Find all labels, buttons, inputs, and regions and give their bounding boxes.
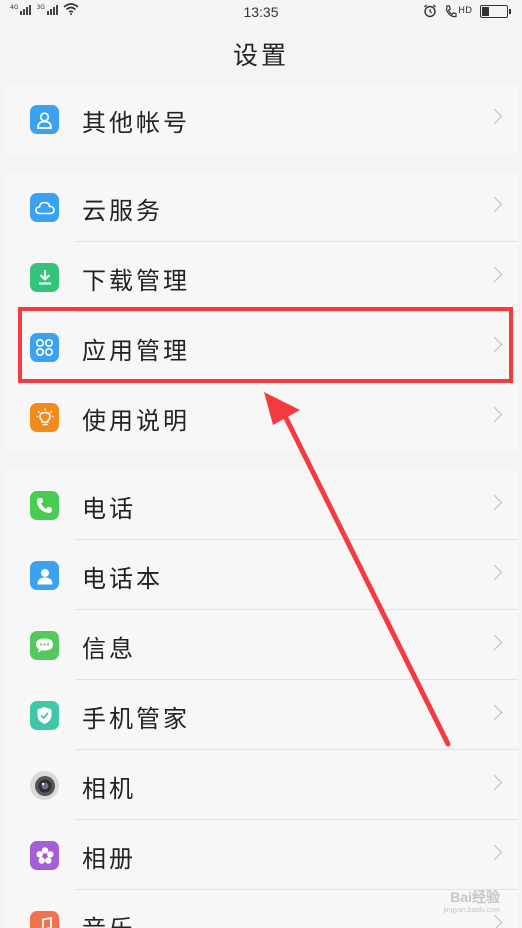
settings-item-music[interactable]: 音乐 xyxy=(4,890,518,928)
settings-item-other-accounts[interactable]: 其他帐号 xyxy=(4,84,518,154)
settings-screen: 4G 3G 13:35 HD 设置 其他帐号 云服务 下载管理 应用管理 使用说… xyxy=(4,0,518,928)
message-icon xyxy=(30,631,59,660)
chevron-right-icon xyxy=(486,634,503,651)
settings-item-label: 电话本 xyxy=(82,565,163,593)
battery-icon xyxy=(480,4,511,18)
phone-icon xyxy=(30,491,59,520)
settings-item-camera[interactable]: 相机 xyxy=(4,750,518,820)
watermark-sub: jingyan.baidu.com xyxy=(443,907,500,914)
hd-call-icon xyxy=(446,4,457,17)
account-icon xyxy=(30,105,59,134)
chevron-right-icon xyxy=(486,266,503,283)
settings-item-cloud-service[interactable]: 云服务 xyxy=(4,172,518,242)
settings-item-contacts[interactable]: 电话本 xyxy=(4,540,518,610)
lightbulb-icon xyxy=(30,403,59,432)
settings-item-label: 其他帐号 xyxy=(82,109,190,137)
settings-item-label: 相册 xyxy=(82,845,136,873)
settings-item-label: 相机 xyxy=(82,775,136,803)
watermark: Bai经验 jingyan.baidu.com xyxy=(444,890,500,918)
chevron-right-icon xyxy=(486,844,503,861)
settings-item-phone-manager[interactable]: 手机管家 xyxy=(4,680,518,750)
settings-item-messages[interactable]: 信息 xyxy=(4,610,518,680)
watermark-text: Bai经验 xyxy=(450,889,500,905)
settings-item-label: 手机管家 xyxy=(82,705,190,733)
chevron-right-icon xyxy=(486,494,503,511)
chevron-right-icon xyxy=(486,196,503,213)
shield-icon xyxy=(30,701,59,730)
section-accounts: 其他帐号 xyxy=(4,84,518,154)
settings-item-label: 音乐 xyxy=(82,909,136,928)
section-apps: 电话 电话本 信息 手机管家 相机 相册 xyxy=(4,470,518,928)
download-icon xyxy=(30,263,59,292)
page-title: 设置 xyxy=(232,41,289,70)
settings-item-label: 云服务 xyxy=(82,197,163,225)
chevron-right-icon xyxy=(486,704,503,721)
settings-item-download-manager[interactable]: 下载管理 xyxy=(4,242,518,312)
status-bar: 4G 3G 13:35 HD xyxy=(4,0,518,24)
highlight-box xyxy=(18,307,513,383)
settings-item-user-guide[interactable]: 使用说明 xyxy=(4,382,518,452)
hd-label: HD xyxy=(458,6,472,16)
chevron-right-icon xyxy=(486,406,503,423)
camera-icon xyxy=(30,771,59,800)
cloud-icon xyxy=(30,193,59,222)
music-icon xyxy=(30,911,59,928)
settings-item-gallery[interactable]: 相册 xyxy=(4,820,518,890)
chevron-right-icon xyxy=(486,108,503,125)
alarm-icon xyxy=(424,4,437,18)
settings-item-label: 电话 xyxy=(82,495,136,523)
settings-item-label: 使用说明 xyxy=(82,407,190,435)
settings-item-phone[interactable]: 电话 xyxy=(4,470,518,540)
gallery-icon xyxy=(30,841,59,870)
chevron-right-icon xyxy=(486,774,503,791)
chevron-right-icon xyxy=(486,564,503,581)
settings-item-label: 信息 xyxy=(82,635,136,663)
settings-item-label: 下载管理 xyxy=(82,267,190,295)
contacts-icon xyxy=(30,561,59,590)
